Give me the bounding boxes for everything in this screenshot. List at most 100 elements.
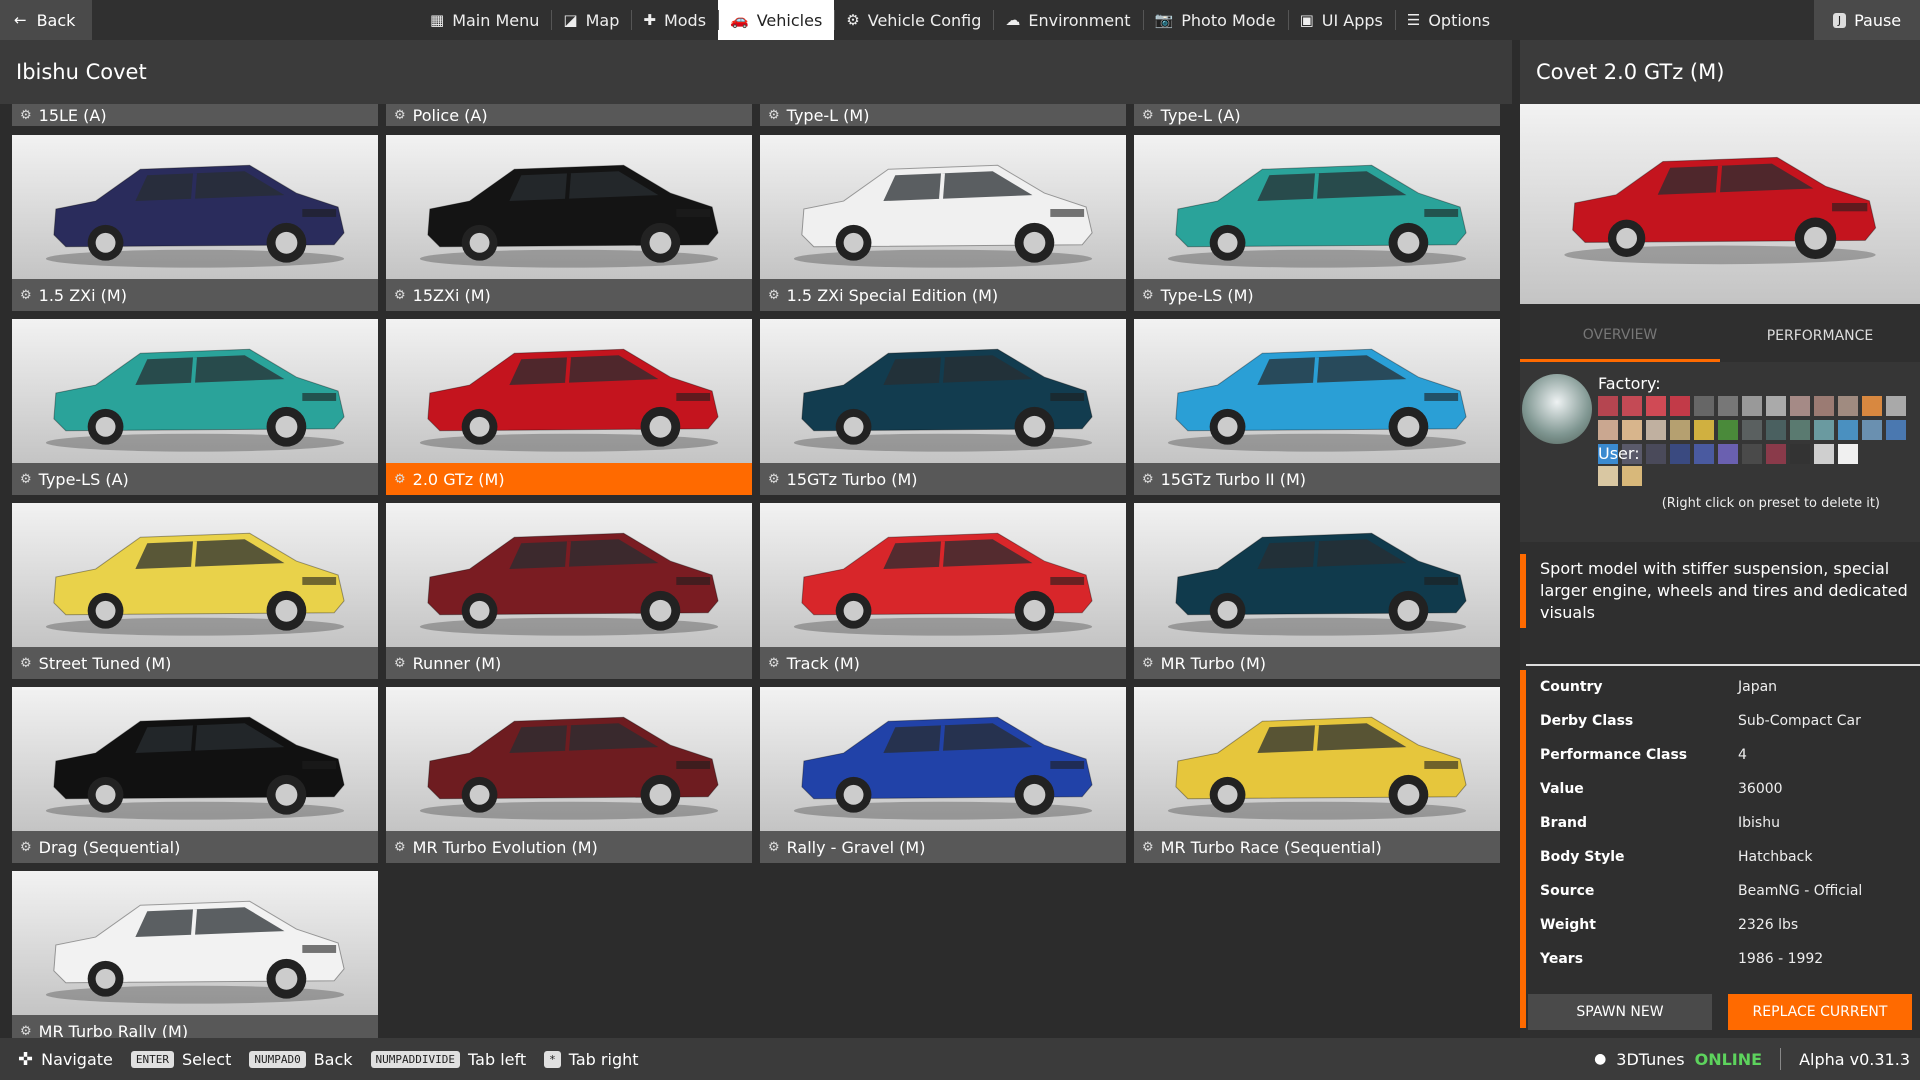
config-type-icon: ⚙ — [768, 471, 780, 487]
color-swatch[interactable] — [1766, 396, 1786, 416]
color-swatch[interactable] — [1694, 396, 1714, 416]
color-swatch[interactable] — [1838, 420, 1858, 440]
config-tile[interactable]: ⚙ MR Turbo Race (Sequential) — [1134, 687, 1500, 863]
arrow-left-icon: ← — [14, 10, 27, 29]
username: 3DTunes — [1616, 1049, 1685, 1069]
config-tile[interactable]: ⚙ 1.5 ZXi (M) — [12, 135, 378, 311]
config-grid[interactable]: ⚙ 15LE (A) ⚙ Police (A) ⚙ Type-L (M) ⚙ Type-L (… — [0, 104, 1512, 1038]
dpad-icon: ✜ — [18, 1048, 34, 1070]
tab-overview[interactable]: OVERVIEW — [1520, 310, 1720, 362]
config-name: Track (M) — [786, 653, 860, 673]
spec-key: Brand — [1540, 815, 1588, 831]
color-swatch[interactable] — [1766, 444, 1786, 464]
tab-vehicles[interactable]: 🚗 Vehicles — [718, 0, 835, 40]
config-tile[interactable]: ⚙ MR Turbo (M) — [1134, 503, 1500, 679]
spec-key: Value — [1540, 781, 1584, 797]
config-name: Type-L (A) — [1160, 105, 1241, 125]
config-tile[interactable]: ⚙ 2.0 GTz (M) — [386, 319, 752, 495]
config-caption: ⚙ MR Turbo Race (Sequential) — [1134, 831, 1500, 863]
color-swatch[interactable] — [1646, 420, 1666, 440]
color-swatch[interactable] — [1694, 420, 1714, 440]
color-swatch[interactable] — [1814, 420, 1834, 440]
color-swatch[interactable] — [1670, 444, 1690, 464]
color-swatch[interactable] — [1742, 396, 1762, 416]
color-swatch[interactable] — [1766, 420, 1786, 440]
color-swatch[interactable] — [1886, 396, 1906, 416]
tab-ui-apps[interactable]: ▣ UI Apps — [1287, 0, 1395, 40]
config-tile[interactable]: ⚙ Police (A) — [386, 104, 752, 126]
color-swatch[interactable] — [1838, 444, 1858, 464]
color-swatch[interactable] — [1862, 420, 1882, 440]
tab-options[interactable]: ☰ Options — [1394, 0, 1502, 40]
color-swatch[interactable] — [1790, 420, 1810, 440]
config-thumbnail — [760, 503, 1126, 647]
tab-photo-mode[interactable]: 📷 Photo Mode — [1142, 0, 1288, 40]
config-tile[interactable]: ⚙ 15GTz Turbo II (M) — [1134, 319, 1500, 495]
color-swatch[interactable] — [1814, 396, 1834, 416]
color-swatch[interactable] — [1814, 444, 1834, 464]
color-swatch[interactable] — [1790, 444, 1810, 464]
color-swatch[interactable] — [1646, 396, 1666, 416]
config-tile[interactable]: ⚙ 15LE (A) — [12, 104, 378, 126]
color-swatch[interactable] — [1742, 444, 1762, 464]
config-tile[interactable]: ⚙ Rally - Gravel (M) — [760, 687, 1126, 863]
delete-preset-hint: (Right click on preset to delete it) — [1661, 496, 1880, 511]
color-swatch[interactable] — [1718, 420, 1738, 440]
config-name: 1.5 ZXi (M) — [38, 285, 127, 305]
color-swatch[interactable] — [1598, 396, 1618, 416]
config-tile[interactable]: ⚙ 15ZXi (M) — [386, 135, 752, 311]
color-swatch[interactable] — [1790, 396, 1810, 416]
config-type-icon: ⚙ — [20, 287, 32, 303]
back-button[interactable]: ← Back — [0, 0, 92, 40]
config-tile[interactable]: ⚙ Drag (Sequential) — [12, 687, 378, 863]
color-swatch[interactable] — [1886, 420, 1906, 440]
config-type-icon: ⚙ — [20, 839, 32, 855]
color-swatch[interactable] — [1694, 444, 1714, 464]
config-tile[interactable]: ⚙ Type-LS (M) — [1134, 135, 1500, 311]
tab-main-menu[interactable]: ▦ Main Menu — [418, 0, 551, 40]
color-swatch[interactable] — [1838, 396, 1858, 416]
config-tile[interactable]: ⚙ Type-L (A) — [1134, 104, 1500, 126]
config-title: Covet 2.0 GTz (M) — [1520, 40, 1920, 104]
hint-label: Select — [181, 1049, 232, 1069]
engine-icon: ⚙ — [846, 10, 860, 29]
replace-current-button[interactable]: REPLACE CURRENT — [1728, 994, 1912, 1030]
config-tile[interactable]: ⚙ Type-LS (A) — [12, 319, 378, 495]
pause-button[interactable]: J Pause — [1814, 0, 1920, 40]
color-swatch[interactable] — [1670, 420, 1690, 440]
config-caption: ⚙ 15LE (A) — [12, 104, 378, 126]
environment-thumbnail[interactable] — [1522, 374, 1592, 444]
color-swatch[interactable] — [1862, 396, 1882, 416]
tab-vehicle-config[interactable]: ⚙ Vehicle Config — [834, 0, 993, 40]
color-swatch[interactable] — [1718, 444, 1738, 464]
config-tile[interactable]: ⚙ Type-L (M) — [760, 104, 1126, 126]
config-type-icon: ⚙ — [1142, 107, 1154, 123]
tab-environment[interactable]: ☁ Environment — [993, 0, 1142, 40]
config-tile[interactable]: ⚙ 1.5 ZXi Special Edition (M) — [760, 135, 1126, 311]
config-tile[interactable]: ⚙ MR Turbo Evolution (M) — [386, 687, 752, 863]
user-color-swatch[interactable] — [1598, 466, 1618, 486]
color-swatch[interactable] — [1622, 420, 1642, 440]
config-tile[interactable]: ⚙ Street Tuned (M) — [12, 503, 378, 679]
color-swatch[interactable] — [1646, 444, 1666, 464]
config-tile[interactable]: ⚙ MR Turbo Rally (M) — [12, 871, 378, 1038]
config-tile[interactable]: ⚙ 15GTz Turbo (M) — [760, 319, 1126, 495]
config-tile[interactable]: ⚙ Runner (M) — [386, 503, 752, 679]
user-color-swatch[interactable] — [1622, 466, 1642, 486]
config-tile[interactable]: ⚙ Track (M) — [760, 503, 1126, 679]
key-badge: ENTER — [130, 1050, 174, 1068]
hint-label: Tab right — [568, 1049, 639, 1069]
tab-mods[interactable]: ✚ Mods — [631, 0, 718, 40]
spawn-new-button[interactable]: SPAWN NEW — [1528, 994, 1712, 1030]
car-image — [419, 164, 719, 268]
color-swatch[interactable] — [1622, 396, 1642, 416]
tab-performance[interactable]: PERFORMANCE — [1720, 310, 1920, 362]
color-swatch[interactable] — [1670, 396, 1690, 416]
hint-tab-left: NUMPADDIVIDE Tab left — [370, 1049, 526, 1070]
color-swatch[interactable] — [1598, 420, 1618, 440]
color-swatch[interactable] — [1718, 396, 1738, 416]
car-image — [419, 348, 719, 452]
tab-map[interactable]: ◪ Map — [551, 0, 631, 40]
color-swatch[interactable] — [1742, 420, 1762, 440]
spec-value: 1986 - 1992 — [1738, 951, 1824, 967]
